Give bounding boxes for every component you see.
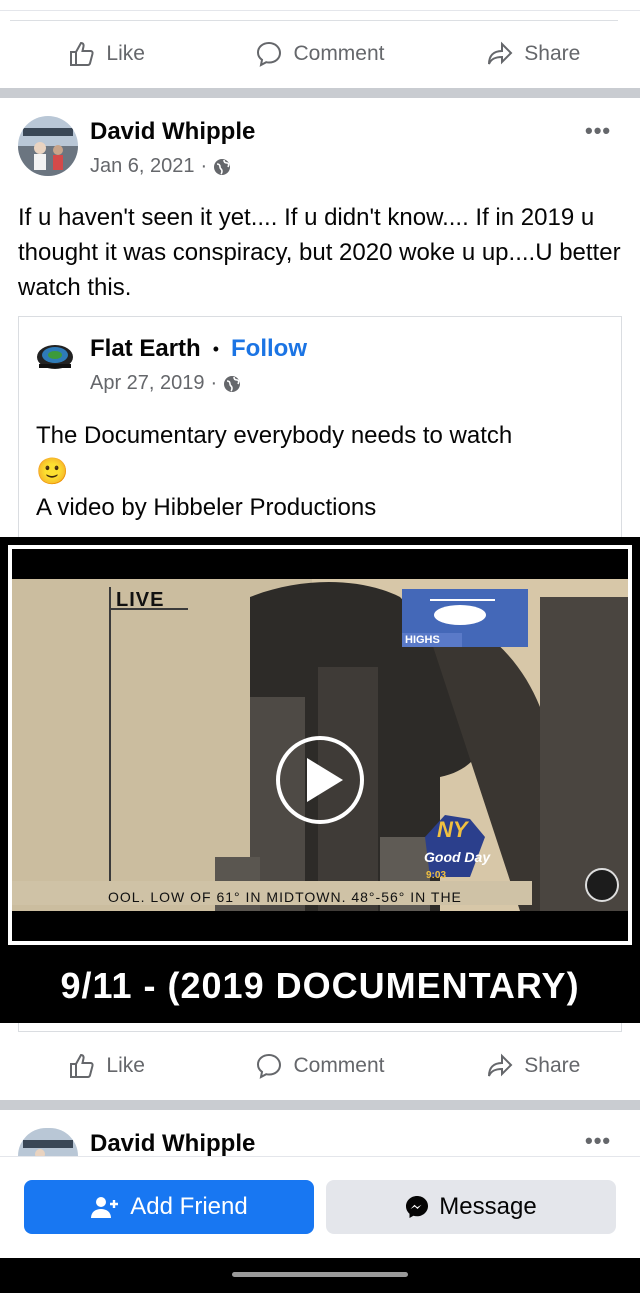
video-player[interactable]: LIVE HIGHS NY Good Day 9:03 OOL. LOW OF … [0, 537, 640, 1023]
share-button[interactable]: Share [427, 40, 640, 68]
globe-icon [214, 158, 231, 175]
top-action-row: Like Comment Share [0, 24, 640, 84]
meta-separator: · [200, 155, 208, 177]
comment-button[interactable]: Comment [213, 1052, 426, 1080]
page-name[interactable]: Flat Earth [90, 335, 201, 363]
shared-meta-separator: · [210, 372, 218, 394]
comment-label: Comment [293, 1054, 385, 1077]
comment-button[interactable]: Comment [213, 40, 426, 68]
next-post-options-button[interactable]: ••• [585, 1128, 611, 1154]
card-bottom-border [18, 1031, 622, 1032]
messenger-icon [406, 1196, 429, 1218]
share-icon [488, 41, 513, 65]
header-dot: • [212, 338, 219, 359]
like-label: Like [106, 1054, 145, 1077]
share-icon [488, 1053, 513, 1077]
comment-icon [257, 41, 282, 67]
news-ticker: OOL. LOW OF 61° IN MIDTOWN. 48°-56° IN T… [108, 889, 462, 905]
live-badge: LIVE [116, 589, 165, 611]
post-text: If u haven't seen it yet.... If u didn't… [18, 204, 621, 301]
thumbs-up-icon [70, 1053, 95, 1078]
system-nav-bar [0, 1258, 640, 1293]
ny-logo-text: NY [437, 817, 468, 842]
shared-date[interactable]: Apr 27, 2019 [90, 372, 205, 395]
shared-text-line2: A video by Hibbeler Productions [36, 494, 377, 521]
page-avatar[interactable] [34, 334, 76, 376]
post-separator [0, 1100, 640, 1110]
time-label: 9:03 [426, 870, 447, 881]
message-button[interactable]: Message [326, 1180, 616, 1234]
video-caption: 9/11 - (2019 DOCUMENTARY) [60, 965, 580, 1006]
avatar-photo [18, 116, 78, 176]
flat-earth-logo [34, 334, 76, 376]
good-day-label: Good Day [424, 849, 491, 865]
shared-meta: Apr 27, 2019 · [90, 372, 241, 395]
post-meta: Jan 6, 2021 · [90, 155, 231, 178]
post-separator [0, 88, 640, 98]
comment-label: Comment [293, 42, 385, 65]
avatar-photo [18, 1128, 78, 1156]
like-label: Like [106, 42, 145, 65]
share-label: Share [524, 42, 581, 65]
top-divider-inner [10, 20, 618, 21]
video-thumbnail [8, 545, 632, 945]
globe-icon [224, 375, 241, 392]
top-divider [0, 10, 640, 11]
post-action-row: Like Comment Share [0, 1036, 640, 1096]
post-options-button[interactable]: ••• [585, 118, 611, 144]
home-indicator[interactable] [232, 1272, 408, 1277]
highs-label: HIGHS [405, 634, 440, 646]
thumbs-up-icon [70, 41, 95, 66]
like-button[interactable]: Like [0, 40, 213, 68]
next-post-avatar[interactable] [18, 1128, 78, 1156]
add-friend-button[interactable]: Add Friend [24, 1180, 314, 1234]
next-post-author[interactable]: David Whipple [90, 1130, 255, 1158]
add-person-icon [91, 1197, 119, 1218]
post-author-name[interactable]: David Whipple [90, 118, 255, 146]
share-button[interactable]: Share [427, 1052, 640, 1080]
avatar[interactable] [18, 116, 78, 176]
smile-emoji: 🙂 [36, 456, 69, 486]
comment-icon [257, 1053, 282, 1079]
message-label: Message [439, 1193, 537, 1220]
shared-header: Flat Earth • Follow [90, 335, 307, 363]
shared-text-line1: The Documentary everybody needs to watch [36, 422, 513, 449]
like-button[interactable]: Like [0, 1052, 213, 1080]
follow-link[interactable]: Follow [231, 335, 307, 363]
add-friend-label: Add Friend [130, 1193, 248, 1220]
post-date[interactable]: Jan 6, 2021 [90, 155, 195, 178]
share-label: Share [524, 1054, 581, 1077]
